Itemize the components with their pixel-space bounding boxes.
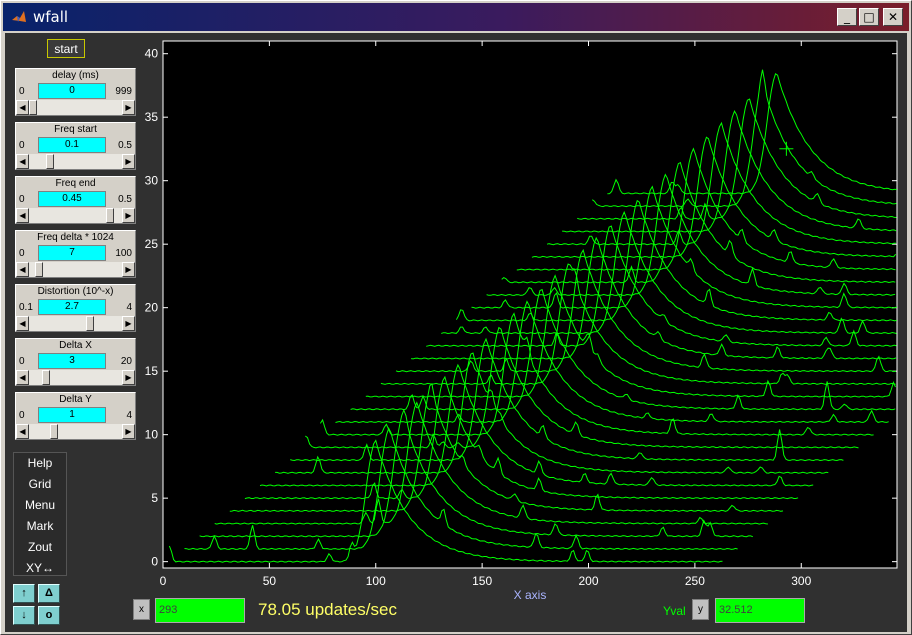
update-rate-text: 78.05 updates/sec [258,600,397,619]
y-label-box: y [692,599,709,620]
x-tick-label: 50 [263,574,277,588]
x-tick-label: 100 [366,574,386,588]
y-tick-label: 0 [151,555,158,569]
y-tick-label: 25 [145,237,159,251]
window-title: wfall [33,8,69,26]
x-axis-label: X axis [514,588,547,602]
y-tick-label: 40 [145,47,159,61]
x-value-field[interactable]: 293 [155,598,245,623]
y-value-field[interactable]: 32.512 [715,598,805,623]
app-window: wfall _ □ ✕ start delay (ms) 0 0 999 ◀ ▶ Freq … [0,0,912,635]
y-tick-label: 15 [145,364,159,378]
title-bar[interactable]: wfall _ □ ✕ [3,3,909,31]
y-tick-label: 10 [145,428,159,442]
x-tick-label: 250 [685,574,705,588]
waterfall-plot[interactable]: 0 50 100 150 200 250 300 0 5 10 15 20 25 30 35 40 X axis [5,33,907,632]
x-tick-label: 300 [791,574,811,588]
x-tick-label: 150 [472,574,492,588]
x-tick-label: 0 [160,574,167,588]
y-tick-label: 30 [145,174,159,188]
close-button[interactable]: ✕ [883,8,903,26]
minimize-button[interactable]: _ [837,8,857,26]
matlab-icon [12,11,26,22]
y-tick-label: 35 [145,110,159,124]
x-label-box: x [133,599,150,620]
maximize-button[interactable]: □ [859,8,879,26]
x-tick-label: 200 [578,574,598,588]
y-tick-label: 20 [145,301,159,315]
yval-label: Yval [663,604,686,618]
y-tick-label: 5 [151,491,158,505]
figure-area: start delay (ms) 0 0 999 ◀ ▶ Freq start 0 0.1 0.5… [5,33,907,632]
